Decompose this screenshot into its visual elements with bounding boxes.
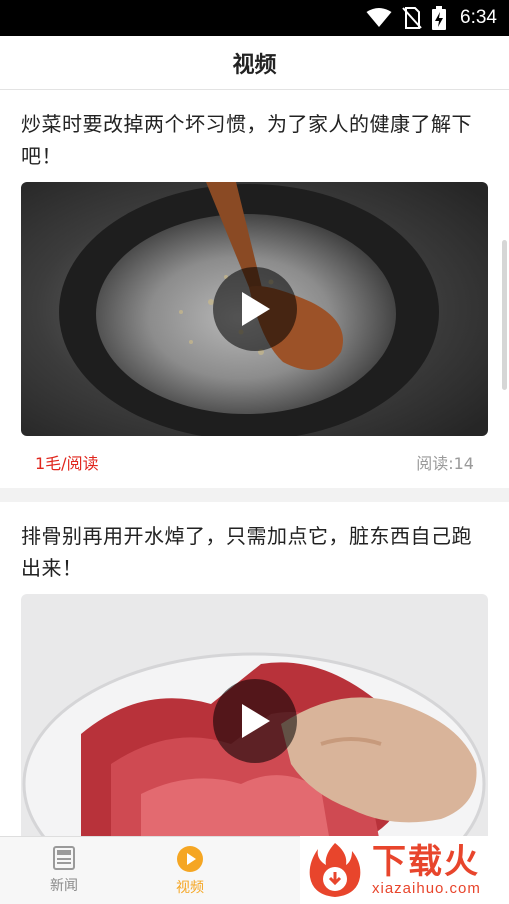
status-time: 6:34 xyxy=(460,7,497,28)
video-thumbnail[interactable] xyxy=(21,182,488,436)
wifi-icon xyxy=(366,8,392,27)
scrollbar[interactable] xyxy=(502,240,507,390)
status-icons: 6:34 xyxy=(366,0,497,36)
page-title: 视频 xyxy=(232,52,277,78)
tab-video-label: 视频 xyxy=(176,880,204,896)
video-thumbnail[interactable] xyxy=(21,594,488,836)
video-card[interactable]: 炒菜时要改掉两个坏习惯，为了家人的健康了解下吧！ 1毛/阅读 阅读:14 xyxy=(0,90,509,488)
play-button[interactable] xyxy=(212,267,297,351)
tab-news[interactable]: 新闻 xyxy=(24,845,104,895)
play-circle-icon xyxy=(177,846,203,872)
tab-news-label: 新闻 xyxy=(50,878,78,894)
battery-charging-icon xyxy=(432,6,447,30)
status-bar: 6:34 xyxy=(0,0,509,36)
watermark-logo: 下载火 xiazaihuo.com xyxy=(300,836,509,904)
play-icon xyxy=(241,292,270,326)
video-title[interactable]: 炒菜时要改掉两个坏习惯，为了家人的健康了解下吧！ xyxy=(21,108,488,172)
flame-logo-icon xyxy=(309,843,361,897)
watermark-en: xiazaihuo.com xyxy=(372,880,481,897)
reward-label: 1毛/阅读 xyxy=(35,454,99,473)
tab-video[interactable]: 视频 xyxy=(150,845,230,897)
play-icon xyxy=(241,704,270,738)
app-bar: 视频 xyxy=(0,36,509,90)
video-card[interactable]: 排骨别再用开水焯了，只需加点它，脏东西自己跑出来！ xyxy=(0,502,509,836)
video-title[interactable]: 排骨别再用开水焯了，只需加点它，脏东西自己跑出来！ xyxy=(21,520,488,584)
play-button[interactable] xyxy=(212,679,297,763)
video-meta: 1毛/阅读 阅读:14 xyxy=(21,436,488,488)
no-sim-icon xyxy=(402,7,422,29)
watermark-cn: 下载火 xyxy=(372,842,480,882)
watermark-text: 下载火 xiazaihuo.com xyxy=(372,843,481,897)
video-feed[interactable]: 炒菜时要改掉两个坏习惯，为了家人的健康了解下吧！ 1毛/阅读 阅读:14 排骨别… xyxy=(0,90,509,836)
newspaper-icon xyxy=(53,846,75,870)
read-count: 阅读:14 xyxy=(416,454,474,473)
